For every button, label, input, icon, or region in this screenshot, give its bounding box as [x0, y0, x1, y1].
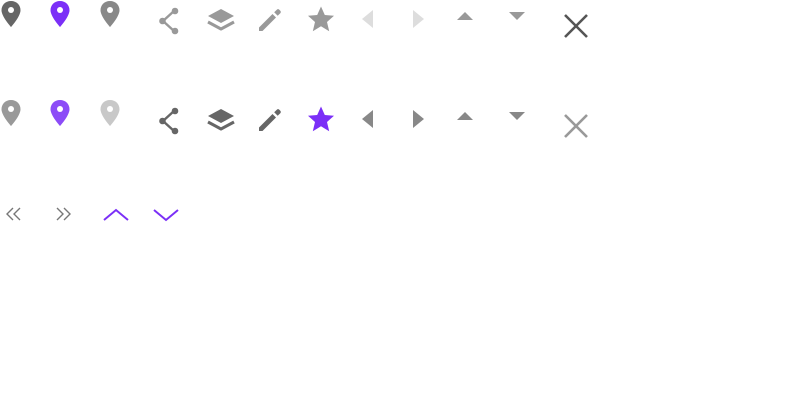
icon-sprite-sheet	[0, 0, 800, 400]
caret-up-icon[interactable]	[455, 10, 475, 22]
caret-right-icon[interactable]	[409, 8, 427, 30]
map-pin-icon[interactable]	[0, 0, 22, 28]
close-icon[interactable]	[562, 12, 590, 40]
map-pin-icon[interactable]	[49, 0, 71, 28]
map-pin-icon[interactable]	[49, 99, 71, 127]
double-chevron-right-icon[interactable]	[53, 206, 73, 222]
chevron-down-icon[interactable]	[152, 207, 180, 223]
layers-icon[interactable]	[206, 7, 236, 33]
caret-left-icon[interactable]	[359, 108, 377, 130]
pencil-icon[interactable]	[256, 106, 284, 134]
layers-icon[interactable]	[206, 107, 236, 133]
share-icon[interactable]	[157, 7, 181, 35]
caret-down-icon[interactable]	[507, 110, 527, 122]
map-pin-icon[interactable]	[99, 99, 121, 127]
caret-left-icon[interactable]	[359, 8, 377, 30]
pencil-icon[interactable]	[256, 6, 284, 34]
caret-right-icon[interactable]	[409, 108, 427, 130]
star-icon[interactable]	[306, 105, 336, 133]
double-chevron-left-icon[interactable]	[4, 206, 24, 222]
caret-down-icon[interactable]	[507, 10, 527, 22]
star-icon[interactable]	[306, 5, 336, 33]
map-pin-icon[interactable]	[0, 99, 22, 127]
close-icon[interactable]	[562, 112, 590, 140]
chevron-up-icon[interactable]	[102, 207, 130, 223]
map-pin-icon[interactable]	[99, 0, 121, 28]
share-icon[interactable]	[157, 107, 181, 135]
caret-up-icon[interactable]	[455, 110, 475, 122]
